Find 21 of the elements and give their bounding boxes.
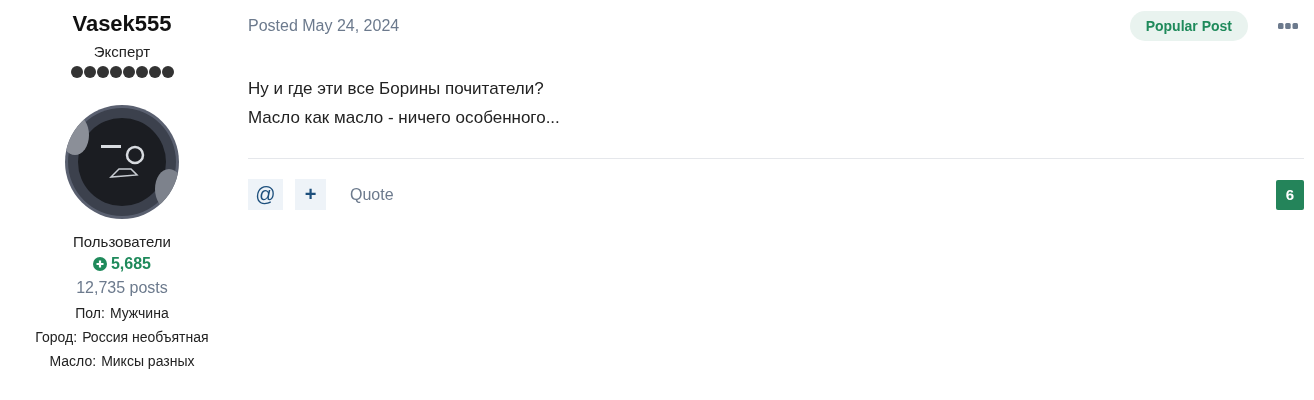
- post-date[interactable]: Posted May 24, 2024: [248, 17, 400, 35]
- reaction-count[interactable]: 6: [1276, 179, 1304, 210]
- post-text: Ну и где эти все Борины почитатели?: [248, 78, 545, 100]
- mention-button[interactable]: @: [248, 179, 283, 210]
- post-count[interactable]: 12,735 posts: [76, 275, 168, 301]
- add-button[interactable]: +: [295, 179, 326, 210]
- plus-circle-icon: [92, 257, 107, 271]
- post-text: Масло как масло - ничего особенного...: [248, 107, 561, 129]
- more-icon[interactable]: [1278, 23, 1298, 29]
- rank-title: Эксперт: [93, 42, 151, 62]
- field-value: Россия необъятная: [82, 328, 209, 347]
- field-label: Город:: [35, 328, 78, 347]
- field-label: Пол:: [75, 304, 105, 323]
- popular-badge: Popular Post: [1129, 11, 1248, 41]
- field-value: Мужчина: [109, 304, 169, 323]
- author-name[interactable]: Vasek555: [72, 10, 172, 38]
- reputation-count: 5,685: [110, 254, 151, 274]
- quote-link[interactable]: Quote: [350, 185, 394, 204]
- user-group: Пользователи: [73, 231, 171, 253]
- field-label: Масло:: [49, 352, 97, 371]
- field-value: Миксы разных: [101, 352, 195, 371]
